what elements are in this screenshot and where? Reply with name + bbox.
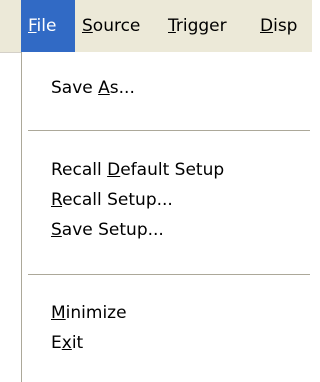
menu-source[interactable]: Source: [75, 0, 161, 52]
save-as-label-pre: Save: [51, 78, 99, 98]
minimize-label-rest: inimize: [65, 303, 127, 323]
menu-trigger-label-accel: T: [168, 16, 176, 36]
recall-setup-label-accel: R: [51, 190, 63, 210]
menu-item-save-setup[interactable]: Save Setup...: [51, 215, 164, 245]
menu-file[interactable]: File: [21, 0, 75, 52]
exit-label-pre: E: [51, 333, 62, 353]
minimize-label-accel: M: [51, 303, 66, 323]
save-as-label-accel: A: [98, 78, 110, 98]
menu-separator: [28, 130, 310, 132]
menu-item-recall-setup[interactable]: Recall Setup...: [51, 185, 173, 215]
exit-label-accel: x: [61, 333, 72, 353]
menu-trigger[interactable]: Trigger: [161, 0, 253, 52]
menu-item-exit[interactable]: Exit: [51, 328, 83, 358]
recall-default-label-accel: D: [107, 160, 121, 180]
menu-file-label-rest: ile: [36, 16, 57, 36]
menu-source-label-accel: S: [82, 16, 93, 36]
recall-default-label-rest: efault Setup: [120, 160, 225, 180]
menu-display-label-accel: D: [260, 16, 274, 36]
menu-source-label-rest: ource: [92, 16, 141, 36]
menu-bar: File Source Trigger Disp: [0, 0, 312, 53]
menu-file-label-accel: F: [28, 16, 37, 36]
menu-separator: [28, 274, 310, 276]
menu-trigger-label-rest: rigger: [175, 16, 227, 36]
save-as-label-rest: s...: [109, 78, 135, 98]
menu-item-recall-default-setup[interactable]: Recall Default Setup: [51, 155, 224, 185]
recall-setup-label-rest: ecall Setup...: [62, 190, 173, 210]
menu-display[interactable]: Disp: [253, 0, 312, 52]
menu-item-minimize[interactable]: Minimize: [51, 298, 127, 328]
exit-label-rest: it: [71, 333, 84, 353]
menu-display-label-rest: isp: [273, 16, 298, 36]
recall-default-label-pre: Recall: [51, 160, 108, 180]
save-setup-label-accel: S: [51, 220, 62, 240]
file-dropdown-menu: Save As... Recall Default Setup Recall S…: [21, 52, 320, 382]
save-setup-label-rest: ave Setup...: [61, 220, 164, 240]
menu-item-save-as[interactable]: Save As...: [51, 73, 135, 103]
